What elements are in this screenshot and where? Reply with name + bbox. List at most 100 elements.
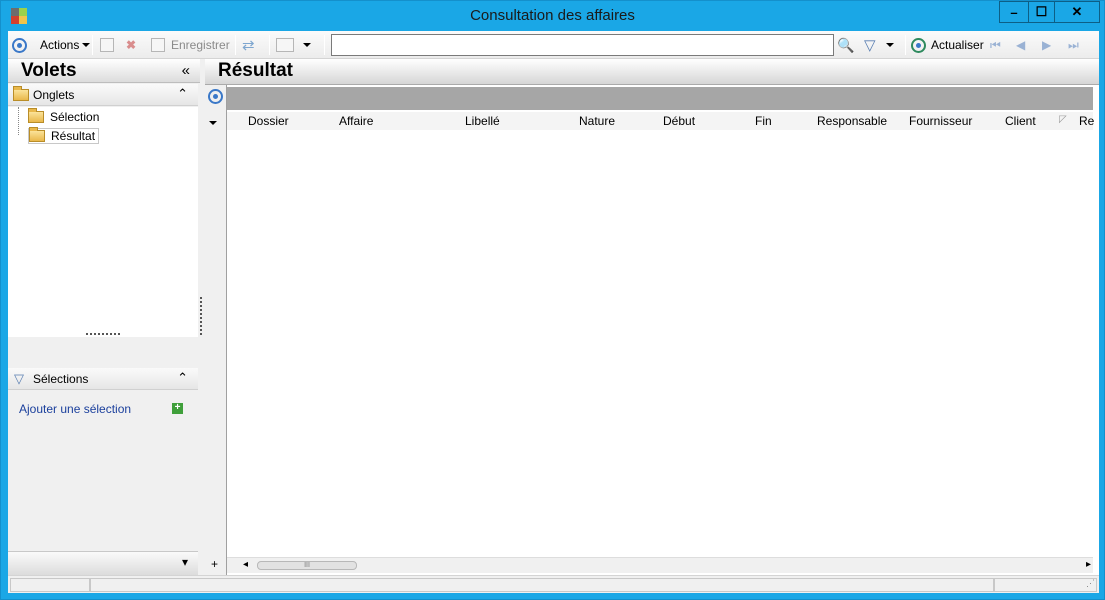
target-icon bbox=[12, 37, 27, 53]
status-cell bbox=[90, 578, 994, 592]
chevron-down-icon: ▾ bbox=[181, 555, 188, 569]
folder-icon bbox=[13, 86, 29, 101]
tabs-section-header[interactable]: Onglets ⌃ bbox=[8, 84, 198, 106]
save-icon bbox=[151, 38, 165, 52]
column-header-libelle[interactable]: Libellé bbox=[465, 114, 500, 128]
sort-icon: ◸ bbox=[1059, 114, 1067, 125]
prev-page-button[interactable]: ◀ bbox=[1016, 35, 1025, 55]
left-pane: Volets « Onglets ⌃ Sélection Résultat ▽ … bbox=[8, 59, 200, 578]
toolbar-divider bbox=[905, 35, 906, 55]
resize-grip-icon[interactable]: ⋰ bbox=[1086, 578, 1095, 589]
maximize-button[interactable]: ☐ bbox=[1028, 1, 1055, 23]
pane-splitter[interactable] bbox=[200, 297, 202, 335]
next-page-button[interactable]: ▶ bbox=[1042, 35, 1051, 55]
tree-item-selection[interactable]: Sélection bbox=[28, 108, 100, 125]
new-button[interactable] bbox=[100, 35, 114, 55]
new-document-icon bbox=[100, 38, 114, 52]
app-window: Consultation des affaires – ☐ ✕ Actions bbox=[0, 0, 1105, 600]
options-button[interactable] bbox=[12, 35, 27, 55]
actions-menu-button[interactable]: Actions bbox=[40, 35, 91, 55]
horizontal-scrollbar[interactable]: ◂ III ▸ bbox=[227, 557, 1093, 573]
chevron-down-icon bbox=[303, 43, 311, 47]
column-header-fin[interactable]: Fin bbox=[755, 114, 772, 128]
title-bar[interactable]: Consultation des affaires – ☐ ✕ bbox=[1, 1, 1104, 31]
first-page-button[interactable]: ⏮ bbox=[990, 35, 1001, 55]
scroll-left-icon[interactable]: ◂ bbox=[243, 559, 248, 570]
save-label: Enregistrer bbox=[171, 38, 230, 52]
result-header: Résultat bbox=[205, 59, 1099, 85]
search-button[interactable]: 🔍 bbox=[837, 35, 854, 55]
group-by-bar[interactable] bbox=[227, 87, 1093, 110]
scroll-right-icon[interactable]: ▸ bbox=[1086, 559, 1091, 570]
volets-header: Volets « bbox=[8, 59, 200, 83]
column-header-debut[interactable]: Début bbox=[663, 114, 695, 128]
column-header-dossier[interactable]: Dossier bbox=[248, 114, 289, 128]
column-header-row: Dossier Affaire Libellé Nature Début Fin… bbox=[227, 112, 1094, 130]
folder-icon bbox=[28, 108, 44, 123]
toolbar: Actions ✖ Enregistrer ⇄ 🔍 ▽ Actualiser ⏮… bbox=[8, 31, 1099, 59]
prev-page-icon: ◀ bbox=[1016, 38, 1026, 52]
delete-button[interactable]: ✖ bbox=[126, 35, 136, 55]
close-icon: ✕ bbox=[1071, 4, 1083, 19]
tree-item-resultat[interactable]: Résultat bbox=[28, 127, 100, 144]
sync-icon: ⇄ bbox=[242, 37, 255, 54]
delete-icon: ✖ bbox=[126, 38, 137, 52]
last-page-icon: ⏭ bbox=[1068, 37, 1079, 52]
collapse-section-icon[interactable]: ⌃ bbox=[177, 86, 188, 102]
add-icon[interactable]: + bbox=[172, 403, 183, 414]
status-bar: ⋰ bbox=[8, 575, 1099, 593]
filter-icon: ▽ bbox=[864, 37, 876, 54]
status-cell bbox=[10, 578, 90, 592]
last-page-button[interactable]: ⏭ bbox=[1068, 35, 1079, 55]
column-header-re[interactable]: Re bbox=[1079, 114, 1094, 128]
print-button[interactable] bbox=[276, 35, 311, 55]
add-row-icon[interactable]: + bbox=[211, 557, 218, 571]
tree-item-label: Résultat bbox=[51, 129, 96, 143]
close-button[interactable]: ✕ bbox=[1054, 1, 1100, 23]
search-input[interactable] bbox=[331, 34, 834, 56]
save-button[interactable]: Enregistrer bbox=[151, 35, 230, 55]
chevron-down-icon bbox=[82, 43, 91, 47]
selections-section-title: Sélections bbox=[33, 372, 89, 386]
filter-button[interactable]: ▽ bbox=[864, 35, 894, 55]
open-folder-icon bbox=[29, 127, 45, 142]
sync-button[interactable]: ⇄ bbox=[242, 35, 255, 55]
collapse-section-icon[interactable]: ⌃ bbox=[177, 370, 188, 386]
printer-icon bbox=[276, 38, 294, 52]
chevron-down-icon[interactable] bbox=[209, 121, 217, 125]
refresh-button[interactable]: Actualiser bbox=[911, 35, 984, 55]
search-icon: 🔍 bbox=[837, 36, 855, 53]
chevron-down-icon bbox=[885, 43, 894, 47]
collapse-pane-icon[interactable]: « bbox=[182, 62, 190, 79]
tabs-section-title: Onglets bbox=[33, 88, 75, 102]
toolbar-divider bbox=[324, 35, 325, 55]
tree-item-label: Sélection bbox=[50, 110, 100, 124]
column-header-fournisseur[interactable]: Fournisseur bbox=[909, 114, 972, 128]
status-cell bbox=[994, 578, 1097, 592]
refresh-icon bbox=[911, 37, 926, 53]
column-header-responsable[interactable]: Responsable bbox=[817, 114, 887, 128]
window-title: Consultation des affaires bbox=[470, 7, 635, 24]
result-pane: Résultat + Dossier Affaire Libellé Natur… bbox=[205, 59, 1099, 575]
selections-section-header[interactable]: ▽ Sélections ⌃ bbox=[8, 368, 198, 390]
column-header-client[interactable]: Client bbox=[1005, 114, 1036, 128]
left-pane-footer[interactable]: ▾ bbox=[8, 551, 198, 575]
add-selection-link[interactable]: Ajouter une sélection bbox=[19, 402, 131, 416]
maximize-icon: ☐ bbox=[1035, 4, 1048, 19]
toolbar-divider bbox=[235, 35, 236, 55]
tabs-tree: Sélection Résultat bbox=[8, 107, 198, 337]
filter-icon: ▽ bbox=[14, 371, 24, 386]
minimize-button[interactable]: – bbox=[999, 1, 1029, 23]
grid-row-header-column: + bbox=[205, 85, 227, 575]
refresh-label: Actualiser bbox=[931, 38, 984, 52]
result-title: Résultat bbox=[218, 60, 293, 81]
grid-options-icon[interactable] bbox=[208, 89, 223, 104]
toolbar-divider bbox=[92, 35, 93, 55]
next-page-icon: ▶ bbox=[1042, 38, 1052, 52]
column-header-affaire[interactable]: Affaire bbox=[339, 114, 373, 128]
actions-label: Actions bbox=[40, 38, 80, 52]
column-header-nature[interactable]: Nature bbox=[579, 114, 615, 128]
splitter-grip[interactable] bbox=[86, 333, 120, 335]
scroll-thumb[interactable]: III bbox=[257, 561, 357, 570]
client-area: Actions ✖ Enregistrer ⇄ 🔍 ▽ Actualiser ⏮… bbox=[8, 31, 1099, 593]
